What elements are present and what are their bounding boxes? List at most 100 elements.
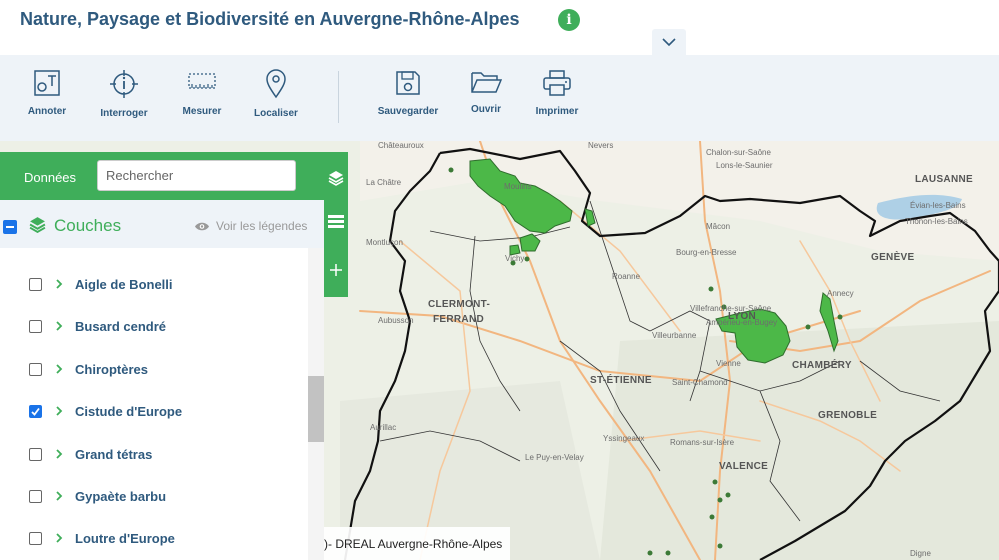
annotate-button[interactable]: Annoter [12, 69, 82, 117]
map-label: Romans-sur-Isère [670, 438, 735, 447]
city-label: FERRAND [433, 314, 484, 325]
chevron-right-icon[interactable] [55, 446, 63, 462]
plus-icon [330, 264, 342, 276]
layer-checkbox[interactable] [29, 532, 42, 545]
toolbar-separator [338, 71, 339, 123]
city-label: CLERMONT- [428, 299, 491, 310]
layer-checkbox[interactable] [29, 490, 42, 503]
measure-button[interactable]: Mesurer [167, 69, 237, 117]
annotate-label: Annoter [27, 106, 67, 117]
map-label: Aubusson [378, 316, 414, 325]
map-attribution: )- DREAL Auvergne-Rhône-Alpes [324, 527, 511, 560]
panel-side-tabs [324, 158, 348, 297]
open-label: Ouvrir [470, 104, 501, 115]
layer-item[interactable]: Cistude d'Europe [0, 392, 308, 432]
layer-checkbox[interactable] [29, 278, 42, 291]
layer-checkbox[interactable] [29, 363, 42, 376]
layer-checkbox[interactable] [29, 320, 42, 333]
print-label: Imprimer [535, 106, 579, 117]
map-pin-icon [266, 69, 286, 99]
layer-item[interactable]: Loutre d'Europe [0, 519, 308, 559]
layer-label: Grand tétras [75, 447, 153, 462]
info-icon[interactable]: i [558, 9, 580, 31]
layer-item[interactable]: Chiroptères [0, 350, 308, 390]
measure-label: Mesurer [182, 106, 222, 117]
map-label: Bourg-en-Bresse [676, 248, 737, 257]
chevron-right-icon[interactable] [55, 403, 63, 419]
map-label: Roanne [612, 272, 641, 281]
legend-tab[interactable] [324, 206, 348, 238]
couches-title: Couches [54, 216, 122, 235]
map-label: Le Puy-en-Velay [525, 453, 584, 462]
layer-item[interactable]: Busard cendré [0, 307, 308, 347]
map-label: La Châtre [366, 178, 402, 187]
city-label: CHAMBÉRY [792, 360, 852, 371]
map-label: Vienne [716, 359, 741, 368]
legend-toggle-label: Voir les légendes [216, 219, 308, 233]
chevron-right-icon[interactable] [55, 276, 63, 292]
printer-icon [543, 70, 571, 96]
layer-label: Busard cendré [75, 319, 167, 334]
chevron-right-icon[interactable] [55, 361, 63, 377]
city-label: LAUSANNE [915, 174, 973, 185]
layers-panel: Données Rechercher Couches Voir les lége… [0, 152, 348, 560]
app-header: Nature, Paysage et Biodiversité en Auver… [0, 0, 999, 56]
legend-toggle[interactable]: Voir les légendes [194, 219, 307, 233]
city-label: VALENCE [719, 461, 769, 472]
layers-tab[interactable] [324, 158, 348, 198]
couches-header: Couches Voir les légendes [0, 200, 324, 248]
open-button[interactable]: Ouvrir [451, 69, 521, 115]
list-icon [328, 215, 344, 228]
save-icon [396, 71, 420, 95]
map-label: Mâcon [706, 222, 731, 231]
chevron-right-icon[interactable] [55, 318, 63, 334]
locate-button[interactable]: Localiser [241, 69, 311, 119]
map-label: Châteauroux [378, 141, 424, 150]
eye-icon [195, 222, 209, 230]
add-layer-button[interactable] [324, 254, 348, 286]
query-button[interactable]: Interroger [89, 69, 159, 119]
layer-item[interactable]: Aigle de Bonelli [0, 265, 308, 305]
layer-item[interactable]: Grand tétras [0, 435, 308, 475]
locate-label: Localiser [254, 108, 298, 119]
city-label: GRENOBLE [818, 410, 878, 421]
city-label: LYON [728, 311, 757, 322]
layer-label: Cistude d'Europe [75, 404, 183, 419]
search-input[interactable] [97, 160, 296, 191]
layer-label: Aigle de Bonelli [75, 277, 173, 292]
map-label: Annecy [827, 289, 854, 298]
layer-item[interactable]: Gypaète barbu [0, 477, 308, 517]
map-label: Aurillac [370, 423, 397, 432]
map-label: Thonon-les-Bains [905, 217, 968, 226]
layer-label: Gypaète barbu [75, 489, 167, 504]
map-label: Moulins [504, 182, 532, 191]
map-label: Saint-Chamond [672, 378, 728, 387]
panel-header: Données [0, 152, 348, 200]
scrollbar-thumb[interactable] [308, 376, 324, 442]
query-label: Interroger [100, 108, 148, 119]
chevron-right-icon[interactable] [55, 530, 63, 546]
save-button[interactable]: Sauvegarder [373, 69, 443, 117]
map-label: Lons-le-Saunier [716, 161, 773, 170]
city-label: ST-ÉTIENNE [590, 375, 652, 386]
data-tab-label[interactable]: Données [24, 170, 76, 185]
print-button[interactable]: Imprimer [522, 69, 592, 117]
collapse-all-checkbox[interactable] [3, 220, 17, 234]
layer-label: Loutre d'Europe [75, 531, 175, 546]
layer-checkbox-checked[interactable] [29, 405, 42, 418]
map-label: Montluçon [366, 238, 403, 247]
city-label: GENÈVE [871, 252, 915, 263]
layers-icon [29, 217, 46, 233]
map-label: Digne [910, 549, 931, 558]
map-label: Évian-les-Bains [910, 201, 966, 210]
map-label: Vichy [505, 254, 525, 263]
layer-list: Aigle de Bonelli Busard cendré Chiroptèr… [0, 248, 308, 560]
chevron-right-icon[interactable] [55, 488, 63, 504]
annotate-icon [34, 70, 60, 96]
collapse-toolbar-button[interactable] [652, 29, 686, 55]
layer-label: Chiroptères [75, 362, 148, 377]
checkmark-icon [31, 407, 40, 416]
toolbar: Annoter Interroger Mesurer Localiser Sau [0, 55, 999, 141]
layer-checkbox[interactable] [29, 448, 42, 461]
app-title: Nature, Paysage et Biodiversité en Auver… [20, 9, 520, 29]
